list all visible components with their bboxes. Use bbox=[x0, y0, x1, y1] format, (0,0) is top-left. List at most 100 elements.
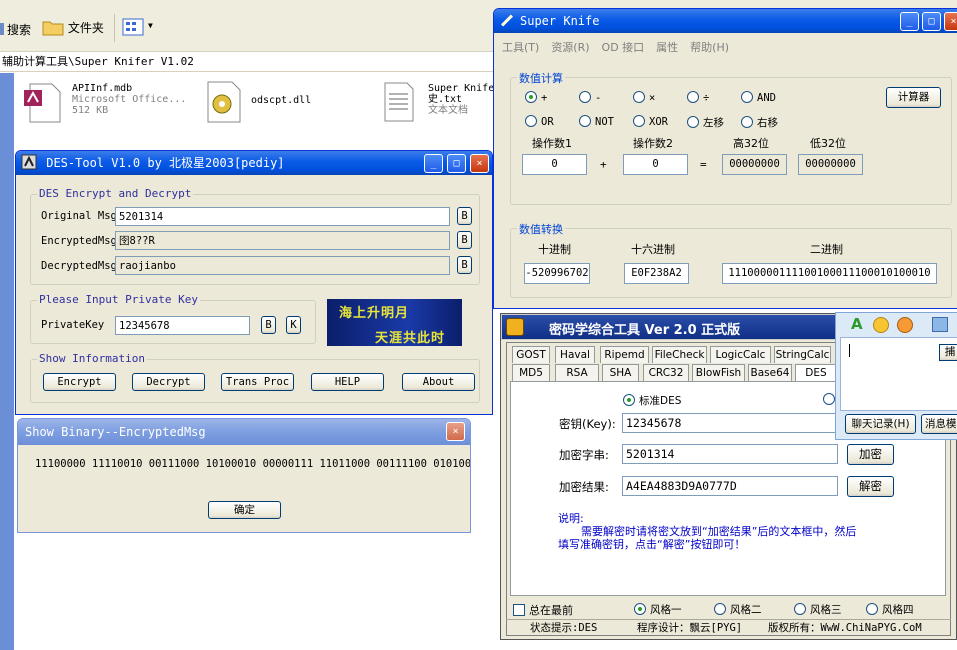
encrypt-button[interactable]: Encrypt bbox=[43, 373, 116, 391]
key-k-button[interactable]: K bbox=[286, 316, 301, 334]
search-button[interactable]: 搜索 bbox=[0, 21, 31, 38]
tab-stringcalc[interactable]: StringCalc bbox=[774, 346, 831, 363]
banner-line2: 天涯共此时 bbox=[375, 331, 446, 346]
chat-panel: A 捕 聊天记录(H) 消息模 bbox=[835, 312, 957, 440]
radio-op-plus[interactable]: + bbox=[525, 91, 547, 104]
tab-gost[interactable]: GOST bbox=[512, 346, 550, 363]
private-key-input[interactable]: 12345678 bbox=[115, 316, 250, 335]
about-button[interactable]: About bbox=[402, 373, 475, 391]
high32-label: 高32位 bbox=[733, 137, 769, 150]
encrypted-b-button[interactable]: B bbox=[457, 231, 472, 249]
close-button[interactable]: × bbox=[944, 12, 957, 31]
ok-button[interactable]: 确定 bbox=[208, 501, 281, 519]
decrypt-button[interactable]: 解密 bbox=[847, 476, 894, 497]
smiley-icon[interactable] bbox=[873, 317, 889, 333]
tab-ripemd[interactable]: Ripemd bbox=[600, 346, 649, 363]
menu-resources[interactable]: 资源(R) bbox=[551, 41, 589, 54]
binary-dialog-titlebar[interactable]: Show Binary--EncryptedMsg × bbox=[18, 419, 470, 445]
key-b-button[interactable]: B bbox=[261, 316, 276, 334]
chat-history-button[interactable]: 聊天记录(H) bbox=[845, 414, 916, 434]
folders-button[interactable]: 文件夹 bbox=[42, 17, 104, 37]
encrypt-button[interactable]: 加密 bbox=[847, 444, 894, 465]
maximize-button[interactable]: □ bbox=[922, 12, 941, 31]
tab-md5[interactable]: MD5 bbox=[512, 364, 550, 381]
super-knife-titlebar[interactable]: Super Knife _ □ × bbox=[494, 9, 957, 33]
capture-button[interactable]: 捕 bbox=[939, 344, 957, 361]
radio-op-divide[interactable]: ÷ bbox=[687, 91, 709, 104]
radio-op-minus[interactable]: - bbox=[579, 91, 601, 104]
note-title: 说明: bbox=[558, 512, 584, 525]
binary-text: 11100000 11110010 00111000 10100010 0000… bbox=[35, 458, 471, 470]
file-item-apiinf[interactable]: APIInf.mdb Microsoft Office... 512 KB bbox=[22, 80, 192, 126]
window-title: DES-Tool V1.0 by 北极星2003[pediy] bbox=[46, 156, 285, 170]
maximize-button[interactable]: □ bbox=[447, 154, 466, 173]
note-line2: 填写准确密钥，点击“解密”按钮即可！ bbox=[558, 538, 746, 551]
tab-des[interactable]: DES bbox=[795, 364, 837, 382]
low32-output[interactable]: 00000000 bbox=[798, 154, 863, 175]
radio-style-4[interactable]: 风格四 bbox=[866, 602, 914, 617]
close-button[interactable]: × bbox=[470, 154, 489, 173]
radio-op-not[interactable]: NOT bbox=[579, 115, 614, 128]
wink-icon[interactable] bbox=[897, 317, 913, 333]
trans-proc-button[interactable]: Trans Proc bbox=[221, 373, 294, 391]
tab-base64[interactable]: Base64 bbox=[748, 364, 792, 381]
tab-crc32[interactable]: CRC32 bbox=[643, 364, 689, 381]
group-label: 数值转换 bbox=[517, 221, 565, 237]
decrypt-button[interactable]: Decrypt bbox=[132, 373, 205, 391]
show-binary-dialog: Show Binary--EncryptedMsg × 11100000 111… bbox=[17, 418, 471, 533]
decrypted-b-button[interactable]: B bbox=[457, 256, 472, 274]
radio-style-1[interactable]: 风格一 bbox=[634, 602, 682, 617]
menu-od-interface[interactable]: OD 接口 bbox=[602, 41, 645, 54]
tab-blowfish[interactable]: BlowFish bbox=[692, 364, 745, 381]
decimal-input[interactable]: -520996702 bbox=[524, 263, 590, 284]
calculator-button[interactable]: 计算器 bbox=[886, 87, 941, 108]
views-button[interactable]: ▼ bbox=[122, 18, 156, 40]
tab-sha[interactable]: SHA bbox=[602, 364, 639, 381]
tab-haval[interactable]: Haval bbox=[555, 346, 595, 363]
tab-logiccalc[interactable]: LogicCalc bbox=[710, 346, 771, 363]
radio-op-or[interactable]: OR bbox=[525, 115, 554, 128]
radio-op-shift-left[interactable]: 左移 bbox=[687, 115, 724, 130]
plain-input[interactable]: 5201314 bbox=[622, 444, 838, 464]
tab-rsa[interactable]: RSA bbox=[555, 364, 599, 381]
file-item-odscpt[interactable]: odscpt.dll bbox=[204, 80, 334, 126]
binary-input[interactable]: 11100000111100100011100010100010 bbox=[722, 263, 937, 284]
radio-style-3[interactable]: 风格三 bbox=[794, 602, 842, 617]
radio-op-xor[interactable]: XOR bbox=[633, 115, 668, 128]
radio-style-2[interactable]: 风格二 bbox=[714, 602, 762, 617]
decrypted-msg-output[interactable]: raojianbo bbox=[115, 256, 450, 275]
message-mode-button[interactable]: 消息模 bbox=[921, 414, 957, 434]
file-item-superknife-txt[interactable]: Super Knife 史.txt 文本文档 bbox=[382, 80, 502, 126]
radio-op-and[interactable]: AND bbox=[741, 91, 776, 104]
help-button[interactable]: HELP bbox=[311, 373, 384, 391]
chat-input[interactable]: 捕 bbox=[840, 337, 957, 411]
menu-help[interactable]: 帮助(H) bbox=[690, 41, 729, 54]
file-name: odscpt.dll bbox=[251, 95, 312, 106]
minimize-button[interactable]: _ bbox=[424, 154, 443, 173]
encrypted-msg-output[interactable]: 囹8??R bbox=[115, 231, 450, 250]
window-title: 密码学综合工具 Ver 2.0 正式版 bbox=[549, 323, 741, 338]
result-input[interactable]: A4EA4883D9A0777D bbox=[622, 476, 838, 496]
decrypted-msg-label: DecryptedMsg bbox=[41, 260, 117, 272]
operand1-input[interactable]: 0 bbox=[522, 154, 587, 175]
hex-label: 十六进制 bbox=[631, 243, 675, 256]
radio-op-multiply[interactable]: × bbox=[633, 91, 655, 104]
original-msg-label: Original Msg bbox=[41, 210, 117, 222]
original-b-button[interactable]: B bbox=[457, 207, 472, 225]
font-a-icon[interactable]: A bbox=[851, 315, 863, 333]
key-input[interactable]: 12345678 bbox=[622, 413, 838, 433]
tab-filecheck[interactable]: FileCheck bbox=[652, 346, 707, 363]
des-tool-titlebar[interactable]: DES-Tool V1.0 by 北极星2003[pediy] _ □ × bbox=[16, 151, 492, 175]
image-icon[interactable] bbox=[932, 317, 948, 332]
minimize-button[interactable]: _ bbox=[900, 12, 919, 31]
hex-input[interactable]: E0F238A2 bbox=[624, 263, 689, 284]
menu-tools[interactable]: 工具(T) bbox=[502, 41, 539, 54]
operand2-input[interactable]: 0 bbox=[623, 154, 688, 175]
always-on-top-checkbox[interactable]: 总在最前 bbox=[513, 602, 573, 618]
original-msg-input[interactable]: 5201314 bbox=[115, 207, 450, 226]
close-button[interactable]: × bbox=[446, 422, 465, 441]
radio-standard-des[interactable]: 标准DES bbox=[623, 393, 681, 408]
high32-output[interactable]: 00000000 bbox=[722, 154, 787, 175]
menu-properties[interactable]: 属性 bbox=[656, 41, 678, 54]
radio-op-shift-right[interactable]: 右移 bbox=[741, 115, 778, 130]
